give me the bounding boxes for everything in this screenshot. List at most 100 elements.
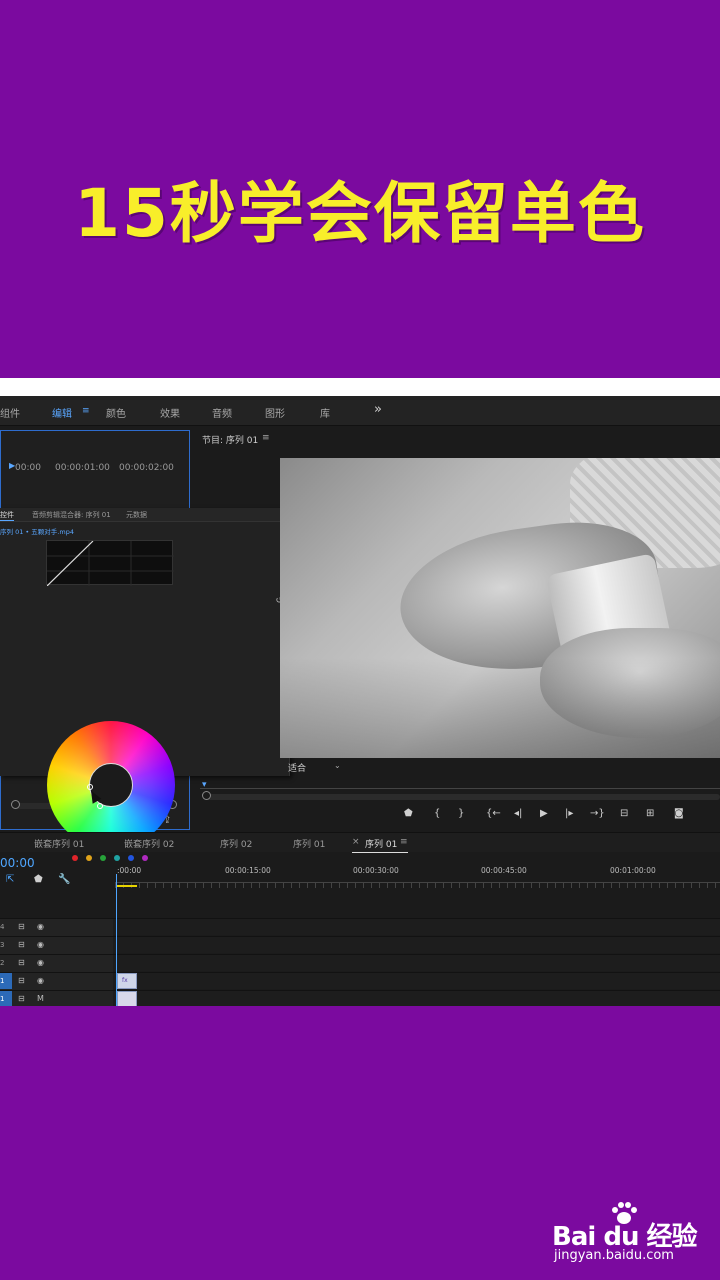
track-row-v4: 4 ⊟ ◉ (0, 918, 720, 936)
snap-icon[interactable]: ⇱ (6, 874, 14, 885)
track-row-v2: 2 ⊟ ◉ (0, 954, 720, 972)
video-clip[interactable]: fx (117, 973, 137, 989)
tab-sequence-01-active[interactable]: 序列 01 (365, 837, 397, 850)
add-marker-icon[interactable]: ⬟ (34, 874, 43, 885)
video-shadow (280, 658, 720, 758)
ruler-label: 00:00:30:00 (353, 866, 399, 875)
timeline-tab-bar (0, 832, 720, 852)
toggle-sync-lock-icon[interactable]: ⊟ (18, 940, 25, 949)
toggle-sync-lock-icon[interactable]: ⊟ (18, 922, 25, 931)
workspace-tab-editing[interactable]: 编辑 (52, 405, 72, 420)
eye-icon[interactable]: ◉ (37, 976, 44, 985)
color-swatch[interactable] (142, 855, 148, 861)
workspace-tab-libraries[interactable]: 库 (320, 405, 330, 420)
ruler-label: :00:00 (117, 866, 142, 875)
premiere-window: 组件 编辑 ≡ 颜色 效果 音频 图形 库 » ▶ 00:00 00:00:01… (0, 396, 720, 1006)
color-swatch[interactable] (114, 855, 120, 861)
workspace-tab-effects[interactable]: 效果 (160, 405, 180, 420)
ruler-label: 00:01:00:00 (610, 866, 656, 875)
track-header: 4 ⊟ ◉ (0, 919, 113, 936)
tab-sequence-02[interactable]: 序列 02 (220, 837, 252, 850)
watermark-url: jingyan.baidu.com (554, 1248, 674, 1263)
camera-icon[interactable]: ◙ (674, 808, 684, 819)
scroll-handle-left[interactable] (11, 800, 20, 809)
eye-icon[interactable]: ◉ (37, 922, 44, 931)
hamburger-icon[interactable]: ≡ (82, 406, 90, 416)
color-swatch[interactable] (128, 855, 134, 861)
scroll-handle-left[interactable] (202, 791, 211, 800)
mark-in-icon[interactable]: { (434, 808, 440, 819)
hue-saturation-wheel[interactable] (47, 721, 175, 849)
step-back-icon[interactable]: ◂| (514, 808, 522, 819)
ruler-label: 00:00:15:00 (225, 866, 271, 875)
more-workspaces-icon[interactable]: » (374, 402, 382, 417)
toggle-sync-lock-icon[interactable]: ⊟ (18, 958, 25, 967)
workspace-tab-graphics[interactable]: 图形 (265, 405, 285, 420)
track-header: 1 ⊟ M (0, 991, 113, 1006)
eye-icon[interactable]: ◉ (37, 940, 44, 949)
workspace-bar: 组件 编辑 ≡ 颜色 效果 音频 图形 库 » (0, 396, 720, 426)
go-to-out-icon[interactable]: →} (590, 808, 605, 819)
track-label: 2 (0, 959, 5, 967)
wheel-handle[interactable] (97, 803, 103, 809)
divider-strip (0, 378, 720, 396)
tab-audio-mixer[interactable]: 音频剪辑混合器: 序列 01 (32, 510, 111, 520)
track-row-v1: 1 ⊟ ◉ fx (0, 972, 720, 990)
close-icon[interactable]: × (352, 837, 360, 847)
toggle-sync-lock-icon[interactable]: ⊟ (18, 976, 25, 985)
work-area-bar[interactable] (117, 885, 137, 887)
track-label: 1 (0, 977, 5, 985)
tab-metadata[interactable]: 元数据 (126, 510, 147, 520)
timeline-playhead[interactable] (116, 874, 117, 1006)
paw-icon (612, 1202, 637, 1224)
mute-icon[interactable]: M (37, 994, 44, 1003)
program-ruler[interactable] (200, 788, 720, 789)
audio-clip[interactable] (117, 991, 137, 1006)
mark-out-icon[interactable]: } (458, 808, 464, 819)
workspace-tab-assembly[interactable]: 组件 (0, 405, 20, 420)
eye-icon[interactable]: ◉ (37, 958, 44, 967)
toggle-sync-lock-icon[interactable]: ⊟ (18, 994, 25, 1003)
ruler-label: 00:00:45:00 (481, 866, 527, 875)
track-header: 2 ⊟ ◉ (0, 955, 113, 972)
go-to-in-icon[interactable]: {← (486, 808, 501, 819)
track-label: 3 (0, 941, 5, 949)
panel-tabs: 控件 音频剪辑混合器: 序列 01 元数据 (0, 508, 290, 522)
rgb-curve-graph[interactable] (46, 540, 174, 586)
program-zoom-scrollbar[interactable] (205, 794, 720, 800)
color-swatch[interactable] (100, 855, 106, 861)
clip-fx-badge: fx (122, 977, 128, 984)
color-swatch[interactable] (72, 855, 78, 861)
track-header: 1 ⊟ ◉ (0, 973, 113, 990)
tab-effect-controls[interactable]: 控件 (0, 510, 14, 521)
tab-nested-sequence-02[interactable]: 嵌套序列 02 (124, 837, 174, 850)
workspace-tab-color[interactable]: 颜色 (106, 405, 126, 420)
workspace-tab-audio[interactable]: 音频 (212, 405, 232, 420)
track-label: 4 (0, 923, 5, 931)
track-label: 1 (0, 995, 5, 1003)
program-monitor-title: 节目: 序列 01 (202, 436, 259, 446)
source-timecode: 00:00:01:00 (55, 463, 110, 473)
lumetri-color-panel: 控件 音频剪辑混合器: 序列 01 元数据 序列 01 • 五颗对手.mp4 ↺ (0, 508, 290, 861)
marker-icon[interactable]: ⬟ (404, 808, 413, 819)
play-icon[interactable]: ▶ (540, 808, 548, 819)
panel-menu-icon[interactable]: ≡ (400, 837, 408, 847)
clip-path-label: 序列 01 • 五颗对手.mp4 (0, 528, 74, 536)
wrench-icon[interactable]: 🔧 (58, 874, 70, 885)
source-timecode: 00:00 (15, 463, 41, 473)
timeline-current-time[interactable]: 00:00 (0, 856, 35, 870)
active-tab-underline (352, 852, 408, 853)
track-header: 3 ⊟ ◉ (0, 937, 113, 954)
track-row-a1: 1 ⊟ M (0, 990, 720, 1006)
color-swatch[interactable] (86, 855, 92, 861)
panel-menu-icon[interactable]: ≡ (262, 433, 270, 443)
chevron-down-icon[interactable]: ⌄ (334, 761, 341, 770)
lift-icon[interactable]: ⊟ (620, 808, 628, 819)
tab-sequence-01[interactable]: 序列 01 (293, 837, 325, 850)
timeline-ruler[interactable] (115, 882, 720, 888)
extract-icon[interactable]: ⊞ (646, 808, 654, 819)
tab-nested-sequence-01[interactable]: 嵌套序列 01 (34, 837, 84, 850)
step-forward-icon[interactable]: |▸ (565, 808, 573, 819)
baidu-jingyan-watermark: Bai du 经验 jingyan.baidu.com (552, 1200, 712, 1270)
fit-dropdown[interactable]: 适合 (288, 761, 306, 774)
